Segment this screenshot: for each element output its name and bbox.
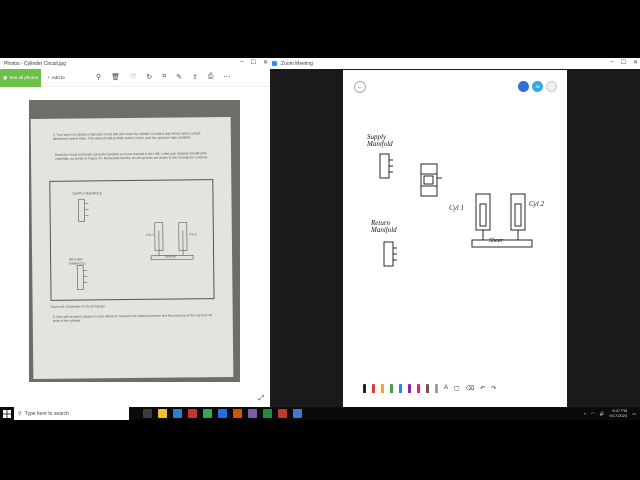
chevron-up-icon[interactable]: ˄: [584, 411, 586, 416]
pen-tool[interactable]: [435, 383, 438, 393]
pen-tool[interactable]: [390, 383, 393, 393]
zoom-icon[interactable]: ⚲: [96, 73, 101, 81]
taskbar-app-icon[interactable]: [173, 409, 182, 418]
shear-label: SHEAR: [165, 254, 177, 259]
pen-tool[interactable]: [363, 383, 366, 393]
notifications-icon[interactable]: ▭: [632, 411, 636, 416]
photos-window-title: Photos - Cylinder Circuit.jpg: [4, 61, 66, 67]
taskbar-app-icon[interactable]: [233, 409, 242, 418]
share-icon[interactable]: ⇪: [192, 73, 198, 81]
shear-handwriting: Shear: [489, 238, 503, 244]
pen-tool[interactable]: [399, 383, 402, 393]
windows-icon: [3, 409, 11, 418]
photos-title-bar: Photos - Cylinder Circuit.jpg – ☐ ✕: [0, 58, 270, 69]
shape-tool-icon[interactable]: ▢: [454, 385, 460, 392]
taskbar-app-icon[interactable]: [218, 409, 227, 418]
cyl1-label: CYL1: [145, 232, 154, 237]
minimize-icon[interactable]: –: [610, 59, 613, 66]
see-all-photos-button[interactable]: ▣ See all photos: [0, 68, 41, 87]
rotate-icon[interactable]: ↻: [146, 73, 152, 81]
photos-icon: ▣: [3, 74, 8, 80]
taskbar-app-icon[interactable]: [203, 409, 212, 418]
cyl2-label: CYL2: [188, 232, 197, 237]
crop-icon[interactable]: ⌗: [162, 73, 166, 81]
worksheet-paper: 2. Your task is to design a hydraulic ci…: [30, 116, 234, 380]
volume-icon[interactable]: 🔊: [599, 411, 604, 416]
edit-icon[interactable]: ✎: [176, 73, 182, 81]
undo-icon[interactable]: ↶: [480, 385, 485, 392]
text-tool-icon[interactable]: A: [444, 385, 448, 391]
search-icon: ⚲: [18, 410, 22, 417]
instructions-text: Draw the circuit schematic using the sym…: [54, 151, 209, 162]
minimize-icon[interactable]: –: [240, 59, 243, 66]
return-manifold-handwriting: Return Manifold: [371, 219, 397, 234]
question-3-text: 3. Now add pressure gauges to your desig…: [52, 313, 213, 324]
close-icon[interactable]: ✕: [633, 59, 638, 66]
taskbar-app-icon[interactable]: [248, 409, 257, 418]
expand-icon[interactable]: ⤢: [258, 395, 264, 403]
taskbar-app-icon[interactable]: [188, 409, 197, 418]
close-icon[interactable]: ✕: [263, 59, 268, 66]
figure-caption: Figure #8: Schematic of Circuit Design: [50, 304, 106, 309]
search-placeholder: Type here to search: [24, 410, 69, 417]
taskbar-apps: [143, 409, 302, 418]
taskbar-app-icon[interactable]: [278, 409, 287, 418]
window-controls: – ☐ ✕: [240, 59, 268, 66]
zoom-logo-icon: [272, 61, 277, 66]
pen-tool[interactable]: [372, 383, 375, 393]
zoom-window-title: Zoom Meeting: [281, 61, 313, 67]
supply-manifold-handwriting: Supply Manifold: [367, 133, 393, 148]
schematic-drawing: [76, 199, 194, 290]
pen-tool[interactable]: [426, 383, 429, 393]
zoom-window: Zoom Meeting – ☐ ✕ ← JM Supply Manifold …: [270, 58, 640, 407]
maximize-icon[interactable]: ☐: [621, 59, 626, 66]
cyl2-handwriting: Cyl 2: [529, 200, 544, 208]
zoom-title-bar: Zoom Meeting – ☐ ✕: [270, 58, 640, 69]
favorite-icon[interactable]: ♡: [130, 73, 136, 81]
wifi-icon[interactable]: ◠: [591, 411, 595, 416]
pen-tool[interactable]: [381, 383, 384, 393]
system-tray: ˄ ◠ 🔊 8:47 PM 9/17/2020 ▭: [584, 408, 636, 418]
taskbar-app-icon[interactable]: [263, 409, 272, 418]
photos-toolbar: ▣ See all photos + Add to ⚲ 🗑 ♡ ↻ ⌗ ✎ ⇪ …: [0, 68, 270, 87]
zoom-window-controls: – ☐ ✕: [610, 59, 638, 66]
supply-manifold-label: SUPPLY MANIFOLD: [72, 191, 103, 196]
pen-tool[interactable]: [408, 383, 411, 393]
redo-icon[interactable]: ↷: [491, 385, 496, 392]
taskbar-app-icon[interactable]: [293, 409, 302, 418]
question-2-text: 2. Your task is to design a hydraulic ci…: [52, 131, 201, 142]
eraser-icon[interactable]: ⌫: [466, 385, 474, 392]
more-icon[interactable]: ⋯: [224, 73, 231, 81]
delete-icon[interactable]: 🗑: [111, 73, 120, 81]
taskbar: ⚲ Type here to search ˄ ◠ 🔊 8:47 PM 9/17…: [0, 407, 640, 420]
photo-viewer: 2. Your task is to design a hydraulic ci…: [0, 87, 270, 407]
taskbar-clock[interactable]: 8:47 PM 9/17/2020: [609, 408, 627, 418]
taskbar-app-icon[interactable]: [158, 409, 167, 418]
clock-date: 9/17/2020: [609, 413, 628, 418]
plus-icon: +: [47, 75, 50, 80]
document-photo: 2. Your task is to design a hydraulic ci…: [29, 100, 240, 382]
add-to-button[interactable]: + Add to: [47, 75, 65, 80]
taskbar-search-box[interactable]: ⚲ Type here to search: [14, 407, 129, 420]
cyl1-handwriting: Cyl 1: [449, 204, 464, 212]
return-manifold-label: RETURN MANIFOLD: [69, 257, 86, 266]
print-icon[interactable]: ⎙: [208, 73, 214, 81]
start-button[interactable]: [0, 407, 14, 420]
photos-window: Photos - Cylinder Circuit.jpg – ☐ ✕ ▣ Se…: [0, 58, 270, 407]
annotation-toolbar: A ▢ ⌫ ↶ ↷: [363, 382, 543, 394]
whiteboard[interactable]: ← JM Supply Manifold Return Manifold Cyl…: [343, 70, 567, 407]
desktop: Photos - Cylinder Circuit.jpg – ☐ ✕ ▣ Se…: [0, 58, 640, 420]
maximize-icon[interactable]: ☐: [251, 59, 256, 66]
pen-tool[interactable]: [417, 383, 420, 393]
taskbar-app-icon[interactable]: [143, 409, 152, 418]
schematic-box: SUPPLY MANIFOLD RETURN MANIFOLD CYL1 CYL…: [49, 179, 215, 301]
photo-tools: ⚲ 🗑 ♡ ↻ ⌗ ✎ ⇪ ⎙ ⋯: [96, 73, 231, 81]
